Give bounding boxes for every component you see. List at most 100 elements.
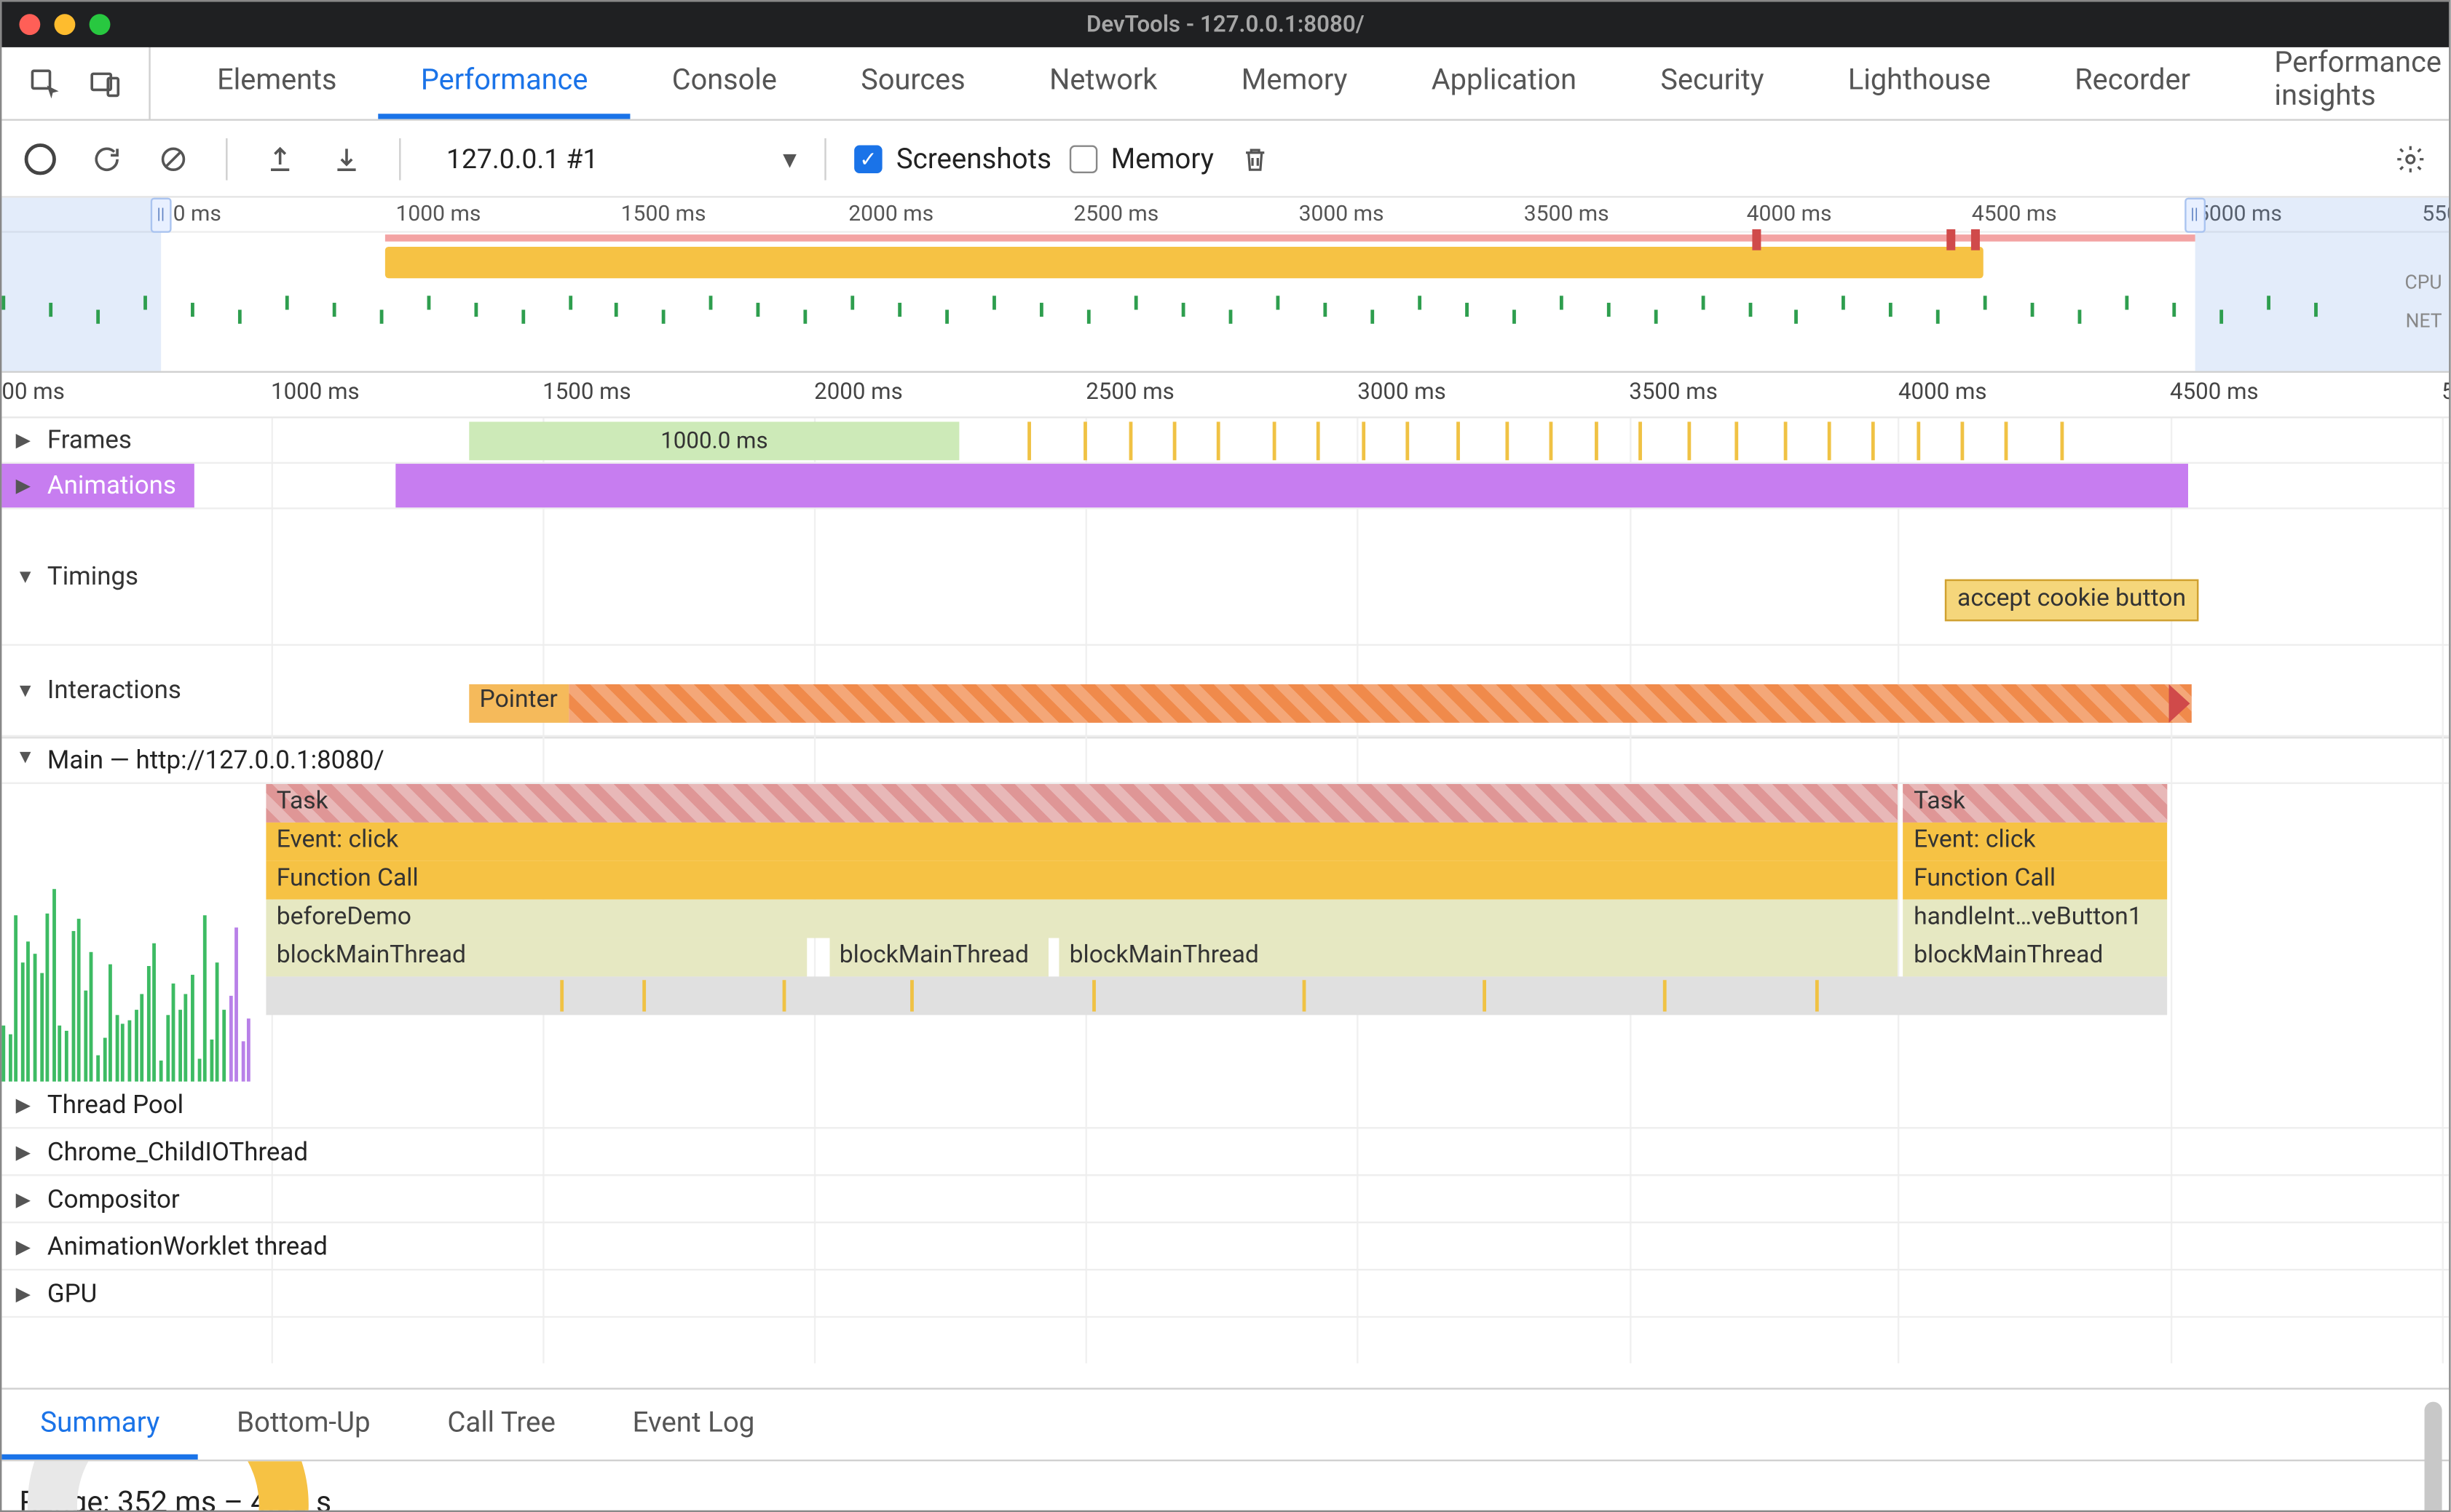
bottom-tab-event-log[interactable]: Event Log — [594, 1390, 794, 1460]
flame-cell[interactable]: Task — [266, 784, 1898, 823]
download-profile-icon[interactable] — [322, 134, 371, 183]
overview-tick: 3500 ms — [1524, 201, 1609, 227]
track-frames[interactable]: ▶Frames 1000.0 ms — [1, 419, 2449, 464]
flame-cell[interactable]: Function Call — [1903, 861, 2168, 900]
summary-range: Range: 352 ms – 4.83 s — [19, 1486, 2431, 1512]
overview-handle-left[interactable] — [150, 198, 171, 233]
track-chrome-childiothread[interactable]: ▶Chrome_ChildIOThread — [1, 1129, 2449, 1176]
panel-settings-gear-icon[interactable] — [2386, 134, 2435, 183]
bottom-tab-summary[interactable]: Summary — [1, 1390, 198, 1460]
traffic-lights — [19, 14, 110, 35]
flame-cell[interactable]: blockMainThread — [1059, 938, 1898, 977]
overview-tick: 2000 ms — [848, 201, 934, 227]
track-interactions[interactable]: ▼Interactions Pointer — [1, 646, 2449, 737]
screenshots-label: Screenshots — [896, 142, 1051, 175]
ruler-tick: 1000 ms — [271, 380, 360, 406]
window-titlebar: DevTools - 127.0.0.1:8080/ — [1, 1, 2449, 47]
reload-button[interactable] — [82, 134, 131, 183]
timeline-overview[interactable]: 0 ms1000 ms1500 ms2000 ms2500 ms3000 ms3… — [1, 198, 2449, 373]
tab-network[interactable]: Network — [1007, 47, 1199, 119]
tab-memory[interactable]: Memory — [1199, 47, 1389, 119]
interaction-pointer-label: Pointer — [469, 684, 568, 723]
device-toolbar-icon[interactable] — [75, 47, 135, 120]
bottom-tabbar: SummaryBottom-UpCall TreeEvent Log — [1, 1388, 2449, 1461]
target-select-value: 127.0.0.1 #1 — [446, 143, 598, 174]
ruler-tick: 2500 ms — [1086, 380, 1175, 406]
track-main-label: Main — http://127.0.0.1:8080/ — [47, 745, 384, 775]
tab-application[interactable]: Application — [1389, 47, 1619, 119]
overview-net-label: NET — [2405, 303, 2442, 341]
overview-tick: 4500 ms — [1972, 201, 2057, 227]
overview-tick: 3000 ms — [1299, 201, 1384, 227]
close-window-icon[interactable] — [19, 14, 40, 35]
flame-cell[interactable]: blockMainThread — [1903, 938, 2168, 977]
overview-handle-right[interactable] — [2184, 198, 2205, 233]
tab-sources[interactable]: Sources — [819, 47, 1008, 119]
tab-security[interactable]: Security — [1619, 47, 1806, 119]
upload-profile-icon[interactable] — [256, 134, 304, 183]
bottom-tab-bottom-up[interactable]: Bottom-Up — [198, 1390, 408, 1460]
ruler-tick: 3000 ms — [1357, 380, 1446, 406]
record-button[interactable] — [16, 134, 65, 183]
flame-chart-tracks[interactable]: ▶Frames 1000.0 ms ▶Animations ▼Timings a… — [1, 419, 2449, 1388]
minimize-window-icon[interactable] — [55, 14, 76, 35]
maximize-window-icon[interactable] — [90, 14, 111, 35]
flame-cell[interactable]: beforeDemo — [266, 900, 1898, 938]
screenshots-checkbox[interactable]: ✓ Screenshots — [854, 142, 1051, 175]
flame-cell[interactable]: blockMainThread — [266, 938, 807, 977]
memory-checkbox[interactable]: Memory — [1069, 142, 1214, 175]
track-timings[interactable]: ▼Timings accept cookie button — [1, 510, 2449, 646]
timing-marker[interactable]: accept cookie button — [1945, 579, 2198, 622]
ruler-tick: 4000 ms — [1898, 380, 1987, 406]
tab-lighthouse[interactable]: Lighthouse — [1806, 47, 2032, 119]
devtools-tabbar: ElementsPerformanceConsoleSourcesNetwork… — [1, 47, 2449, 121]
checkbox-unchecked-icon — [1069, 144, 1097, 172]
ruler-tick: 00 ms — [1, 380, 64, 406]
checkbox-checked-icon: ✓ — [854, 144, 882, 172]
ruler-tick: 1500 ms — [542, 380, 631, 406]
target-select[interactable]: 127.0.0.1 #1 — [429, 143, 797, 174]
flame-cell[interactable]: blockMainThread — [829, 938, 1049, 977]
ruler-tick: 3500 ms — [1629, 380, 1718, 406]
clear-button[interactable] — [149, 134, 197, 183]
track-gpu[interactable]: ▶GPU — [1, 1270, 2449, 1318]
track-animations[interactable]: ▶Animations — [1, 464, 2449, 510]
tab-performance-insights[interactable]: Performance insights — [2233, 47, 2451, 119]
interaction-pointer-bar[interactable] — [569, 684, 2191, 723]
garbage-collect-icon[interactable] — [1231, 134, 1280, 183]
scrollbar-thumb[interactable] — [2425, 1402, 2442, 1512]
inspect-element-icon[interactable] — [16, 47, 76, 120]
tab-console[interactable]: Console — [630, 47, 819, 119]
overview-tick: 1500 ms — [621, 201, 706, 227]
tab-elements[interactable]: Elements — [175, 47, 379, 119]
track-thread-pool[interactable]: ▶Thread Pool — [1, 1082, 2449, 1129]
track-animations-label: Animations — [47, 471, 176, 501]
overview-cpu-label: CPU — [2405, 264, 2442, 303]
flame-cell[interactable]: handleInt…veButton1 — [1903, 900, 2168, 938]
overview-tick: 4000 ms — [1747, 201, 1832, 227]
ruler-tick: 2000 ms — [814, 380, 903, 406]
flame-cell[interactable]: Event: click — [1903, 823, 2168, 861]
ruler-tick: 4500 ms — [2170, 380, 2259, 406]
track-timings-label: Timings — [47, 562, 138, 592]
ruler-tick: 50 — [2442, 380, 2451, 406]
track-animationworklet-thread[interactable]: ▶AnimationWorklet thread — [1, 1223, 2449, 1270]
track-main[interactable]: ▼ Main — http://127.0.0.1:8080/ TaskTask… — [1, 737, 2449, 1082]
track-interactions-label: Interactions — [47, 676, 181, 705]
tab-recorder[interactable]: Recorder — [2033, 47, 2233, 119]
flame-cell[interactable] — [266, 976, 2167, 1015]
tab-performance[interactable]: Performance — [379, 47, 630, 119]
track-frames-label: Frames — [47, 425, 132, 455]
overview-tick: 1000 ms — [395, 201, 481, 227]
track-compositor[interactable]: ▶Compositor — [1, 1176, 2449, 1223]
performance-controls: 127.0.0.1 #1 ✓ Screenshots Memory — [1, 121, 2449, 198]
bottom-tab-call-tree[interactable]: Call Tree — [408, 1390, 593, 1460]
flame-cell[interactable]: Function Call — [266, 861, 1898, 900]
flame-cell[interactable]: Task — [1903, 784, 2168, 823]
memory-label: Memory — [1111, 142, 1214, 175]
summary-donut-chart — [19, 1461, 317, 1512]
flame-chart-ruler[interactable]: 00 ms 1000 ms 1500 ms 2000 ms 2500 ms 3000 ms… — [1, 373, 2449, 419]
frame-bar[interactable]: 1000.0 ms — [469, 421, 960, 460]
flame-cell[interactable]: Event: click — [266, 823, 1898, 861]
overview-tick: 0 ms — [173, 201, 221, 227]
